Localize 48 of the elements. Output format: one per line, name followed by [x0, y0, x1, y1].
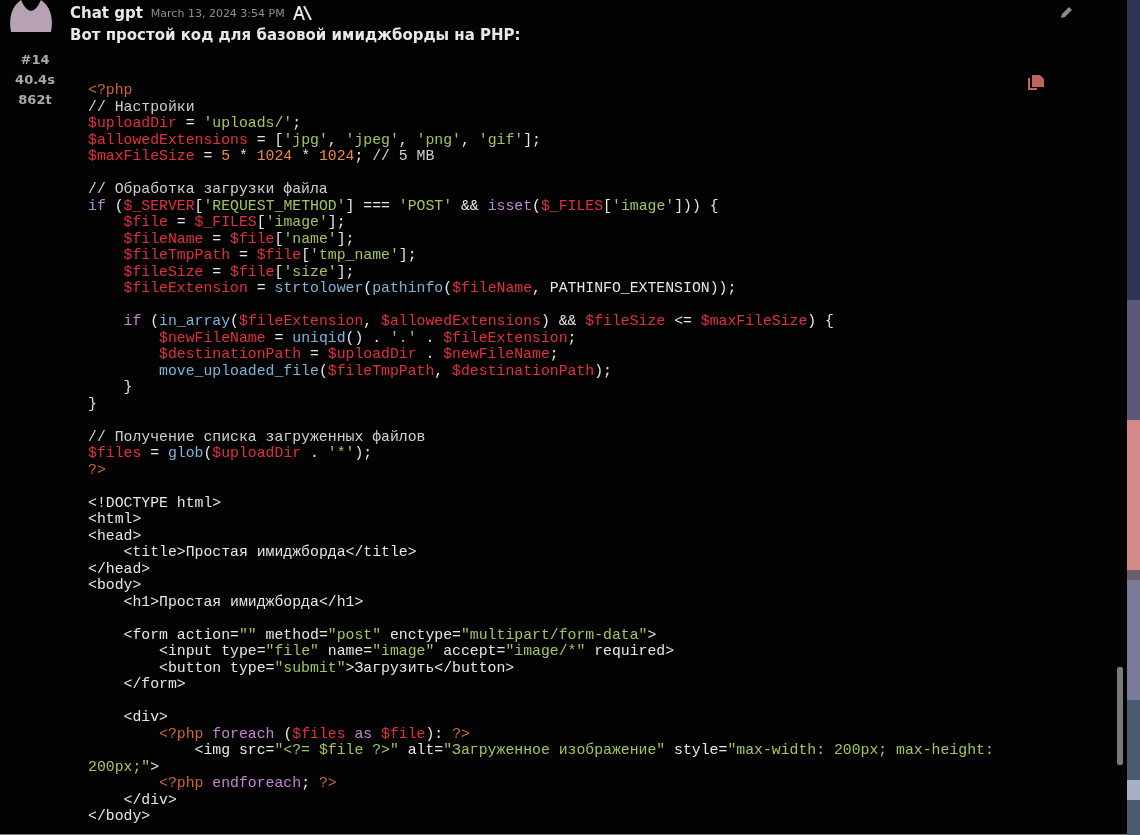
code-line: <img src="<?= $file ?>" alt="Загруженное изображение" style="max-width: 200px; max-height: 200px;">	[88, 742, 995, 775]
code-line: $fileExtension = strtolower(pathinfo($fileName, PATHINFO_EXTENSION));	[122, 280, 738, 297]
code-line: $maxFileSize = 5 * 1024 * 1024; // 5 MB	[88, 148, 436, 165]
code-line: <head>	[88, 527, 143, 544]
code-line: $fileSize = $file['size'];	[122, 263, 356, 280]
code-line: }	[88, 395, 98, 412]
code-line: $fileTmpPath = $file['tmp_name'];	[122, 247, 418, 264]
code-line: move_uploaded_file($fileTmpPath, $destinationPath);	[158, 362, 613, 379]
code-line: $newFileName = uniqid() . '.' . $fileExtension;	[158, 329, 578, 346]
code-line: </head>	[88, 560, 152, 577]
code-line: $fileName = $file['name'];	[122, 230, 356, 247]
timestamp: March 13, 2024 3:54 PM	[150, 6, 285, 20]
code-line: </div>	[122, 791, 178, 808]
code-line: <input type="file" name="image" accept="image/*" required>	[158, 643, 676, 660]
code-line: if ($_SERVER['REQUEST_METHOD'] === 'POST' && isset($_FILES['image'])) {	[88, 197, 720, 214]
code-line: <html>	[88, 511, 143, 528]
code-line: $file = $_FILES['image'];	[122, 214, 347, 231]
copy-icon[interactable]	[1027, 74, 1045, 90]
pencil-icon[interactable]	[1059, 6, 1073, 20]
author-name: Chat gpt	[70, 4, 143, 22]
code-line: <?php foreach ($files as $file): ?>	[158, 725, 471, 742]
code-line: <!DOCTYPE html>	[88, 494, 223, 511]
model-logo-icon	[292, 6, 313, 20]
code-line: <form action="" method="post" enctype="multipart/form-data">	[122, 626, 658, 643]
code-line: }	[122, 379, 134, 396]
code-line: <h1>Простая имиджборда</h1>	[122, 593, 365, 610]
token-count: 862t	[18, 91, 52, 109]
code-line: // Настройки	[88, 98, 196, 115]
code-line: <button type="submit">Загрузить</button>	[158, 659, 516, 676]
code-line: $allowedExtensions = ['jpg', 'jpeg', 'png', 'gif'];	[88, 131, 542, 148]
code-line: </body>	[88, 808, 152, 825]
scrollbar-thumb[interactable]	[1117, 667, 1123, 765]
code-line: ?>	[88, 461, 107, 478]
code-line: <div>	[122, 709, 169, 726]
generation-time: 40.4s	[15, 71, 55, 89]
code-line: <?php	[88, 82, 134, 99]
code-line: // Получение списка загруженных файлов	[88, 428, 427, 445]
code-line: if (in_array($fileExtension, $allowedExtensions) && $fileSize <= $maxFileSize) {	[122, 313, 835, 330]
code-line: $destinationPath = $uploadDir . $newFileName;	[158, 346, 560, 363]
code-line: $files = glob($uploadDir . '*');	[88, 445, 374, 462]
code-line: </form>	[122, 676, 187, 693]
message-text: Вот простой код для базовой имиджборды на PHP:	[70, 26, 522, 44]
code-line: <?php endforeach; ?>	[158, 775, 338, 792]
code-line: <title>Простая имиджборда</title>	[122, 544, 418, 561]
code-line: // Обработка загрузки файла	[88, 181, 329, 198]
code-line: $uploadDir = 'uploads/';	[88, 115, 303, 132]
code-line: <body>	[88, 577, 143, 594]
message-index: #14	[20, 51, 50, 69]
